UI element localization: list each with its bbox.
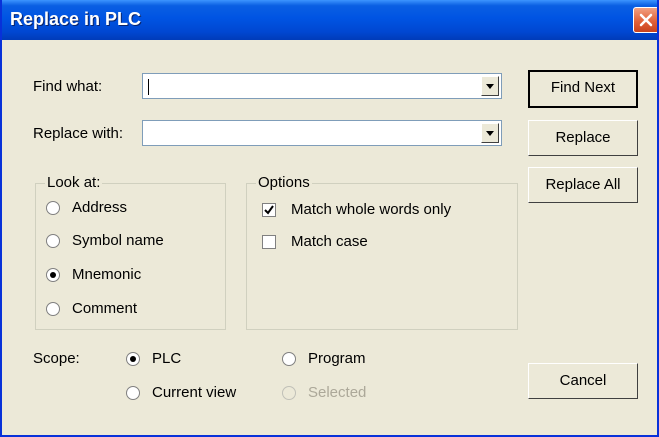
scope-radio-selected-label: Selected (308, 384, 367, 401)
scope-radio-program-label[interactable]: Program (308, 350, 366, 367)
close-icon (639, 13, 653, 27)
radio-mnemonic-label[interactable]: Mnemonic (72, 266, 141, 283)
dialog-title: Replace in PLC (10, 9, 142, 29)
checkmark-icon (264, 205, 274, 215)
cancel-button[interactable]: Cancel (528, 363, 638, 399)
close-button[interactable] (633, 7, 657, 33)
match-case-label[interactable]: Match case (291, 233, 368, 250)
radio-mnemonic[interactable] (46, 268, 60, 282)
title-bar[interactable]: Replace in PLC (2, 0, 657, 40)
scope-label: Scope: (33, 350, 80, 367)
find-what-dropdown-button[interactable] (481, 76, 499, 96)
replace-with-dropdown-button[interactable] (481, 123, 499, 143)
radio-comment[interactable] (46, 302, 60, 316)
replace-dialog: Replace in PLC Find what: Replace with: … (0, 0, 659, 437)
match-case-checkbox[interactable] (262, 235, 276, 249)
replace-all-button[interactable]: Replace All (528, 167, 638, 203)
scope-radio-current-view[interactable] (126, 386, 140, 400)
scope-radio-plc-label[interactable]: PLC (152, 350, 181, 367)
look-at-group-title: Look at: (45, 174, 103, 191)
find-what-combobox[interactable] (142, 73, 502, 99)
match-whole-words-checkbox[interactable] (262, 203, 276, 217)
scope-radio-selected (282, 386, 296, 400)
scope-radio-plc[interactable] (126, 352, 140, 366)
scope-radio-program[interactable] (282, 352, 296, 366)
find-next-button[interactable]: Find Next (528, 70, 638, 108)
replace-button[interactable]: Replace (528, 120, 638, 156)
find-what-label: Find what: (33, 78, 103, 95)
radio-comment-label[interactable]: Comment (72, 300, 137, 317)
radio-symbol-name[interactable] (46, 234, 60, 248)
text-cursor (148, 79, 149, 95)
radio-symbol-name-label[interactable]: Symbol name (72, 232, 164, 249)
radio-address[interactable] (46, 201, 60, 215)
match-whole-words-label[interactable]: Match whole words only (291, 201, 451, 218)
options-group-title: Options (256, 174, 312, 191)
radio-address-label[interactable]: Address (72, 199, 127, 216)
replace-with-combobox[interactable] (142, 120, 502, 146)
replace-with-label: Replace with: (33, 125, 124, 142)
scope-radio-current-view-label[interactable]: Current view (152, 384, 236, 401)
